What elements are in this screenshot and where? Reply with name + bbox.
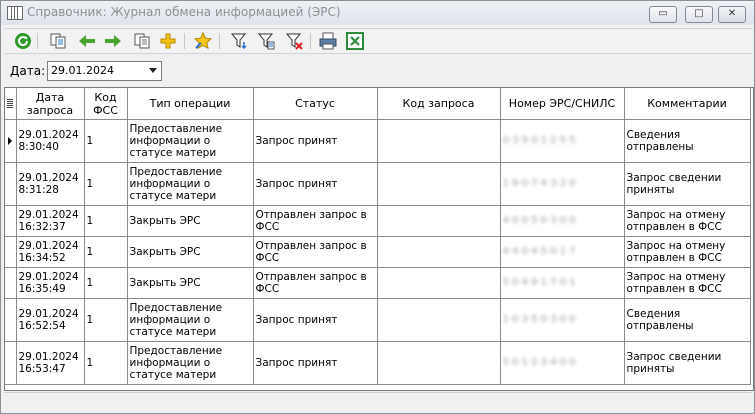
cell-comment[interactable]: Сведения отправлены: [624, 298, 751, 342]
cell-operation[interactable]: Предоставление информации о статусе мате…: [127, 119, 254, 163]
cell-status[interactable]: Отправлен запрос в ФСС: [253, 267, 378, 299]
cell-operation[interactable]: Предоставление информации о статусе мате…: [127, 341, 254, 385]
cell-request-code[interactable]: [377, 205, 501, 237]
print-icon[interactable]: [318, 31, 338, 51]
table-row[interactable]: 29.01.2024 16:52:54 1 Предоставление инфор…: [5, 298, 751, 342]
table-header-row: Дата запроса Код ФСС Тип операции Статус…: [5, 88, 751, 120]
chevron-down-icon[interactable]: [149, 68, 157, 73]
current-row-pointer-icon: [8, 137, 12, 145]
arrow-right-icon[interactable]: [103, 31, 123, 51]
cell-request-code[interactable]: [377, 236, 501, 268]
header-operation[interactable]: Тип операции: [127, 88, 254, 120]
column-chooser-icon[interactable]: [5, 88, 17, 120]
cell-status[interactable]: Отправлен запрос в ФСС: [253, 205, 378, 237]
cell-fss-code[interactable]: 1: [84, 298, 128, 342]
cell-date[interactable]: 29.01.2024 16:35:49: [16, 267, 85, 299]
cell-request-code[interactable]: [377, 341, 501, 385]
cell-status[interactable]: Запрос принят: [253, 119, 378, 163]
filter-clear-icon[interactable]: [284, 31, 304, 51]
header-status[interactable]: Статус: [253, 88, 378, 120]
row-indicator[interactable]: [5, 236, 17, 268]
cell-ers-number[interactable]: 4·0·0·5·0·3·0·0: [500, 205, 625, 237]
cell-ers-number[interactable]: 5·0·4·9·1·7·0·1: [500, 267, 625, 299]
cell-ers-number[interactable]: 5·0·1·2·3·4·0·0: [500, 341, 625, 385]
header-date[interactable]: Дата запроса: [16, 88, 85, 120]
cell-status[interactable]: Отправлен запрос в ФСС: [253, 236, 378, 268]
cell-operation[interactable]: Предоставление информации о статусе мате…: [127, 162, 254, 206]
table-row[interactable]: 29.01.2024 8:30:40 1 Предоставление информ…: [5, 119, 751, 163]
table-row[interactable]: 29.01.2024 16:34:52 1 Закрыть ЭРС Отправлен…: [5, 236, 751, 268]
row-indicator[interactable]: [5, 205, 17, 237]
cell-status[interactable]: Запрос принят: [253, 341, 378, 385]
cell-fss-code[interactable]: 1: [84, 162, 128, 206]
table-row[interactable]: 29.01.2024 16:35:49 1 Закрыть ЭРС Отправлен…: [5, 267, 751, 299]
filter-icon[interactable]: [229, 31, 249, 51]
header-request-code[interactable]: Код запроса: [377, 88, 501, 120]
cell-status[interactable]: Запрос принят: [253, 162, 378, 206]
close-button[interactable]: ✕: [718, 6, 746, 23]
cell-request-code[interactable]: [377, 162, 501, 206]
cell-operation[interactable]: Закрыть ЭРС: [127, 205, 254, 237]
cell-request-code[interactable]: [377, 267, 501, 299]
header-comments[interactable]: Комментарии: [624, 88, 751, 120]
refresh-icon[interactable]: [13, 31, 33, 51]
date-label: Дата:: [10, 64, 46, 78]
favorite-icon[interactable]: [193, 31, 213, 51]
window-title: Справочник: Журнал обмена информацией (Э…: [27, 5, 341, 19]
cell-date[interactable]: 29.01.2024 8:30:40: [16, 119, 85, 163]
cell-comment[interactable]: Сведения отправлены: [624, 119, 751, 163]
cell-comment[interactable]: Запрос на отмену отправлен в ФСС: [624, 236, 751, 268]
cell-fss-code[interactable]: 1: [84, 205, 128, 237]
maximize-button[interactable]: □: [685, 6, 713, 23]
cell-ers-number[interactable]: 1·9·0·7·4·3·2·0: [500, 162, 625, 206]
table-row[interactable]: 29.01.2024 16:32:37 1 Закрыть ЭРС Отправлен…: [5, 205, 751, 237]
row-indicator[interactable]: [5, 162, 17, 206]
cell-comment[interactable]: Запрос на отмену отправлен в ФСС: [624, 205, 751, 237]
window: Справочник: Журнал обмена информацией (Э…: [0, 0, 755, 414]
date-value[interactable]: 29.01.2024: [51, 64, 114, 77]
cell-status[interactable]: Запрос принят: [253, 298, 378, 342]
table-row[interactable]: 29.01.2024 16:53:47 1 Предоставление инфор…: [5, 341, 751, 385]
cell-date[interactable]: 29.01.2024 16:53:47: [16, 341, 85, 385]
row-indicator[interactable]: [5, 119, 17, 163]
cell-fss-code[interactable]: 1: [84, 267, 128, 299]
cell-operation[interactable]: Предоставление информации о статусе мате…: [127, 298, 254, 342]
cell-date[interactable]: 29.01.2024 8:31:28: [16, 162, 85, 206]
cell-operation[interactable]: Закрыть ЭРС: [127, 236, 254, 268]
cell-ers-number[interactable]: 4·4·0·4·5·0·1·7: [500, 236, 625, 268]
exchange-log-table[interactable]: Дата запроса Код ФСС Тип операции Статус…: [4, 87, 754, 391]
cell-date[interactable]: 29.01.2024 16:32:37: [16, 205, 85, 237]
row-indicator[interactable]: [5, 298, 17, 342]
cell-comment[interactable]: Запрос сведении приняты: [624, 341, 751, 385]
minimize-button[interactable]: ▭: [649, 6, 677, 23]
cell-fss-code[interactable]: 1: [84, 341, 128, 385]
cell-operation[interactable]: Закрыть ЭРС: [127, 267, 254, 299]
table-app-icon: [7, 6, 23, 20]
cell-date[interactable]: 29.01.2024 16:34:52: [16, 236, 85, 268]
cell-fss-code[interactable]: 1: [84, 236, 128, 268]
copy-record-icon[interactable]: [48, 31, 68, 51]
table-row[interactable]: 29.01.2024 8:31:28 1 Предоставление информ…: [5, 162, 751, 206]
cell-request-code[interactable]: [377, 298, 501, 342]
arrow-left-icon[interactable]: [77, 31, 97, 51]
excel-export-icon[interactable]: [345, 31, 365, 51]
header-fss-code[interactable]: Код ФСС: [84, 88, 128, 120]
paste-record-icon[interactable]: [132, 31, 152, 51]
date-picker[interactable]: 29.01.2024: [47, 61, 162, 81]
filter-edit-icon[interactable]: [256, 31, 276, 51]
cell-ers-number[interactable]: 0·3·9·0·1·2·5·5: [500, 119, 625, 163]
cell-comment[interactable]: Запрос на отмену отправлен в ФСС: [624, 267, 751, 299]
cell-ers-number[interactable]: 1·0·3·5·0·3·0·0: [500, 298, 625, 342]
row-indicator[interactable]: [5, 267, 17, 299]
header-ers-number[interactable]: Номер ЭРС/СНИЛС: [500, 88, 625, 120]
cell-comment[interactable]: Запрос сведении приняты: [624, 162, 751, 206]
row-indicator[interactable]: [5, 341, 17, 385]
cell-fss-code[interactable]: 1: [84, 119, 128, 163]
toolbar: [4, 28, 752, 54]
cell-date[interactable]: 29.01.2024 16:52:54: [16, 298, 85, 342]
add-icon[interactable]: [158, 31, 178, 51]
cell-request-code[interactable]: [377, 119, 501, 163]
title-bar: Справочник: Журнал обмена информацией (Э…: [1, 1, 754, 25]
status-bar: [4, 392, 752, 411]
